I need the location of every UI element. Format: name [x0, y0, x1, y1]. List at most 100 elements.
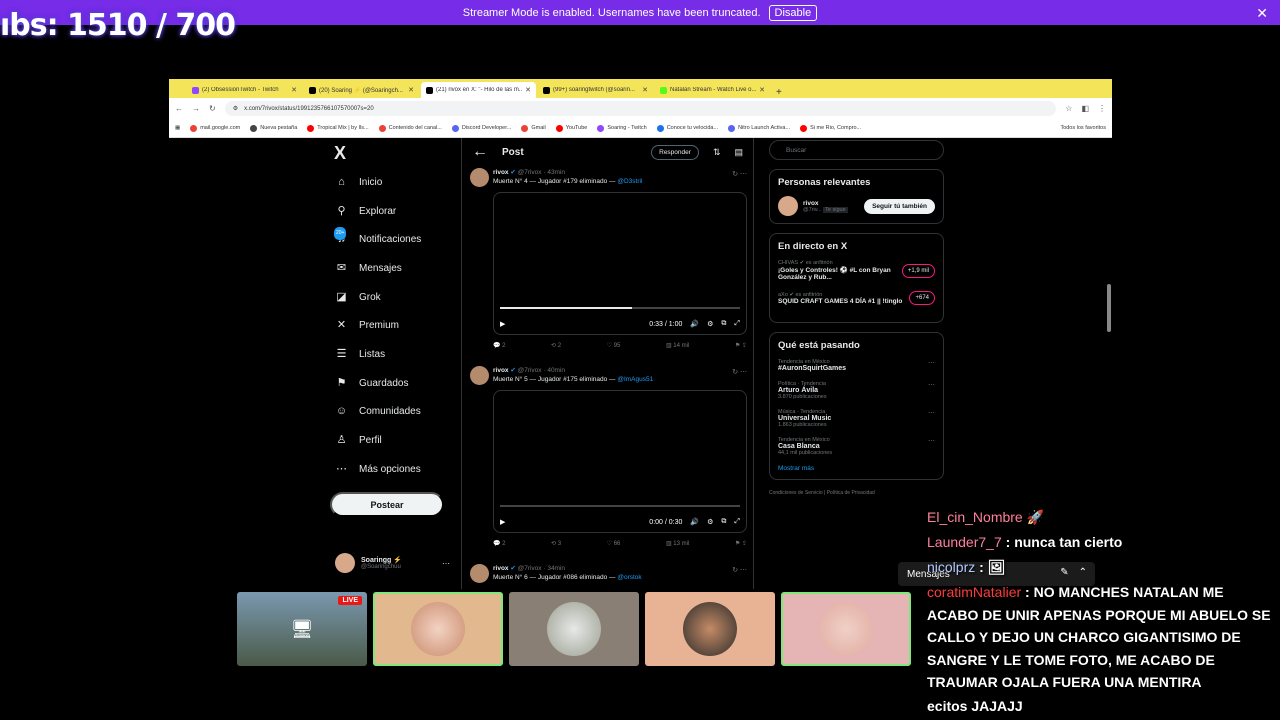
bookmark-item[interactable]: Conoce tu velocida... [656, 124, 718, 132]
avatar[interactable] [470, 366, 489, 385]
bookmark-item[interactable]: Soaring - Twitch [597, 124, 647, 132]
more-icon[interactable]: ⋯ [928, 381, 935, 389]
more-icon[interactable]: ↻ ⋯ [732, 368, 747, 376]
nav-item-inicio[interactable]: ⌂ Inicio [329, 168, 449, 197]
tweet-author[interactable]: rivox [493, 367, 509, 374]
nav-item-mensajes[interactable]: ✉ Mensajes [329, 254, 449, 283]
bookmark-item[interactable]: Nitro Launch Activa... [728, 124, 790, 132]
extensions-icon[interactable]: ◧ [1081, 104, 1089, 113]
close-icon[interactable]: ✕ [1256, 5, 1268, 22]
avatar[interactable] [470, 564, 489, 583]
relevant-name[interactable]: rivox [803, 200, 848, 207]
follow-button[interactable]: Seguir tú también [864, 198, 935, 214]
footer-links[interactable]: Condiciones de Servicio | Política de Pr… [769, 490, 944, 496]
volume-icon[interactable]: 🔊 [690, 320, 699, 328]
pip-icon[interactable]: ⧉ [721, 320, 726, 328]
tweet[interactable]: rivox ✔ @7rivox · 34min Muerte N° 6 — Jug… [462, 564, 755, 583]
trend-item[interactable]: Música · Tendencia Universal Music 1.863 p… [778, 409, 935, 428]
new-tab-icon[interactable]: + [776, 87, 782, 98]
bookmark-item[interactable]: Gmail [521, 124, 546, 132]
nav-item-más-opciones[interactable]: ⋯ Más opciones [329, 455, 449, 484]
more-icon[interactable]: ↻ ⋯ [732, 170, 747, 178]
bookmark-item[interactable]: YouTube [555, 124, 587, 132]
browser-tab[interactable]: (20) Soaring ⚡ (@Soaringch... ✕ [304, 82, 419, 98]
close-tab-icon[interactable]: ✕ [642, 86, 648, 94]
star-icon[interactable]: ☆ [1065, 104, 1072, 113]
play-icon[interactable]: ▶ [500, 320, 505, 328]
forward-icon[interactable]: → [192, 104, 200, 113]
mention-link[interactable]: @orstok [617, 574, 641, 581]
avatar[interactable] [470, 168, 489, 187]
address-bar[interactable]: ⚙ x.com/7rivox/status/199123576610757000… [224, 101, 1057, 116]
menu-icon[interactable]: ⋮ [1098, 104, 1106, 113]
bookmark-share-icon[interactable]: ⚑ ⇪ [735, 540, 747, 547]
live-item[interactable]: CHIVAS ✔ es anfitrión ¡Goles y Controles!… [778, 260, 935, 281]
reader-icon[interactable]: ▤ [734, 147, 743, 158]
back-icon[interactable]: ← [175, 104, 183, 113]
browser-tab[interactable]: (99+) soaringtwitch (@soarin... ✕ [538, 82, 653, 98]
tweet[interactable]: rivox ✔ @7rivox · 40min Muerte N° 5 — Jug… [462, 366, 755, 547]
fullscreen-icon[interactable]: ⤢ [734, 320, 740, 328]
apps-icon[interactable]: ▦ [175, 125, 180, 131]
trend-item[interactable]: Política · Tendencia Arturo Ávila 3.870 pu… [778, 381, 935, 400]
like-button[interactable]: ♡ 66 [607, 540, 621, 547]
avatar[interactable] [778, 196, 798, 216]
chat-username[interactable]: Launder7_7 [927, 534, 1002, 550]
bookmark-share-icon[interactable]: ⚑ ⇪ [735, 342, 747, 349]
nav-item-grok[interactable]: ◪ Grok [329, 283, 449, 312]
mention-link[interactable]: @D3stril [617, 178, 642, 185]
chat-username[interactable]: coratimNatalier [927, 584, 1021, 600]
cam-avatar-2[interactable] [509, 592, 639, 666]
tweet-author[interactable]: rivox [493, 169, 509, 176]
close-tab-icon[interactable]: ✕ [291, 86, 297, 94]
nav-item-notificaciones[interactable]: ♫20+ Notificaciones [329, 225, 449, 254]
cam-avatar-1[interactable] [373, 592, 503, 666]
reload-icon[interactable]: ↻ [209, 104, 216, 113]
close-tab-icon[interactable]: ✕ [408, 86, 414, 94]
like-button[interactable]: ♡ 95 [607, 342, 621, 349]
bookmark-item[interactable]: Contenido del canal... [378, 124, 442, 132]
scrollbar-thumb[interactable] [1107, 284, 1111, 332]
reply-button[interactable]: 💬 2 [493, 540, 505, 547]
cam-avatar-4[interactable] [781, 592, 911, 666]
nav-item-perfil[interactable]: ♙ Perfil [329, 426, 449, 455]
fullscreen-icon[interactable]: ⤢ [734, 518, 740, 526]
account-switcher[interactable]: Soaringg ⚡ @Soaringchuu ⋯ [335, 553, 450, 573]
disable-button[interactable]: Disable [768, 4, 818, 21]
views-button[interactable]: ▥ 13 mil [666, 540, 689, 547]
x-logo-icon[interactable]: X [334, 143, 449, 168]
more-icon[interactable]: ⋯ [928, 409, 935, 417]
all-bookmarks[interactable]: Todos los favoritos [1060, 125, 1106, 131]
close-tab-icon[interactable]: ✕ [525, 86, 531, 94]
bookmark-item[interactable]: Discord Developer... [451, 124, 511, 132]
bookmark-item[interactable]: Nueva pestaña [250, 124, 297, 132]
reply-button[interactable]: Responder [651, 144, 699, 160]
video-player[interactable]: ▶ 0:00 / 0:30 🔊 ⚙ ⧉ ⤢ [493, 390, 747, 533]
volume-icon[interactable]: 🔊 [690, 518, 699, 526]
search-input[interactable]: Buscar [769, 140, 944, 160]
retweet-button[interactable]: ⟲ 3 [551, 540, 561, 547]
browser-tab[interactable]: Natalan Stream - Watch Live o... ✕ [655, 82, 770, 98]
show-more-link[interactable]: Mostrar más [778, 465, 935, 472]
settings-icon[interactable]: ⚙ [707, 518, 713, 526]
browser-tab[interactable]: (2) ObsessionTwitch - Twitch ✕ [187, 82, 302, 98]
sliders-icon[interactable]: ⇅ [713, 147, 721, 158]
more-icon[interactable]: ⋯ [928, 359, 935, 367]
nav-item-comunidades[interactable]: ☺ Comunidades [329, 398, 449, 427]
more-icon[interactable]: ↻ ⋯ [732, 566, 747, 574]
retweet-button[interactable]: ⟲ 2 [551, 342, 561, 349]
bookmark-item[interactable]: Si me Rio, Compro... [800, 124, 861, 132]
cam-avatar-3[interactable] [645, 592, 775, 666]
trend-item[interactable]: Tendencia en México Casa Blanca 44,1 mil p… [778, 437, 935, 456]
views-button[interactable]: ▥ 14 mil [666, 342, 689, 349]
pip-icon[interactable]: ⧉ [721, 518, 726, 526]
tweet-author[interactable]: rivox [493, 565, 509, 572]
nav-item-guardados[interactable]: ⚑ Guardados [329, 369, 449, 398]
nav-item-premium[interactable]: ✕ Premium [329, 311, 449, 340]
video-progress[interactable] [500, 307, 740, 309]
site-info-icon[interactable]: ⚙ [233, 105, 238, 112]
live-item[interactable]: aXo ✔ es anfitrión SQUID CRAFT GAMES 4 DÍ… [778, 291, 935, 305]
reply-button[interactable]: 💬 2 [493, 342, 505, 349]
video-player[interactable]: ▶ 0:33 / 1:00 🔊 ⚙ ⧉ ⤢ [493, 192, 747, 335]
more-icon[interactable]: ⋯ [928, 437, 935, 445]
